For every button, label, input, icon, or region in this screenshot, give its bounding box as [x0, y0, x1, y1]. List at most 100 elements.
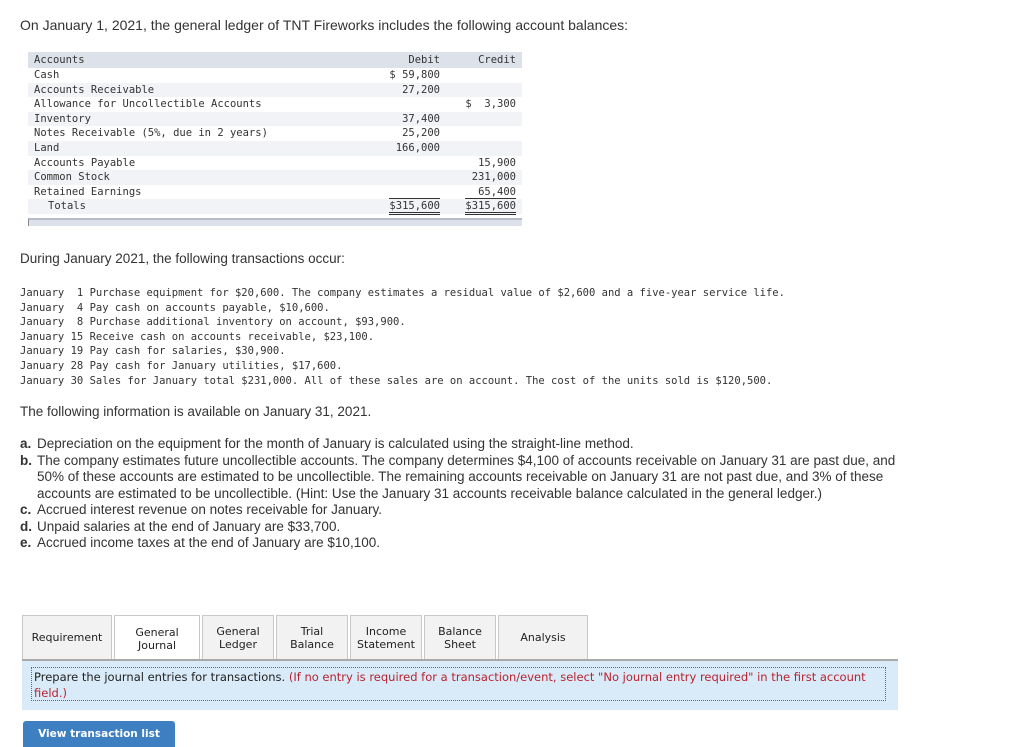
adjustment-item: c. Accrued interest revenue on notes rece… [20, 502, 900, 519]
account-name: Inventory [28, 111, 370, 127]
totals-credit-text: $315,600 [465, 198, 516, 216]
ledger-header-row: Accounts Debit Credit [28, 52, 522, 68]
txn-day: 8 [70, 316, 84, 329]
item-label: b. [20, 452, 32, 468]
item-label: c. [20, 502, 32, 517]
requirement-tabs: Requirement General Journal General Ledg… [22, 615, 590, 662]
ledger-row: Allowance for Uncollectible Accounts $ 3,… [28, 97, 522, 112]
adjustment-item: b. The company estimates future uncollect… [20, 453, 900, 503]
debit-value: 25,200 [402, 127, 440, 140]
credit-value [446, 111, 522, 127]
txn-month: January [20, 301, 65, 314]
credit-value [446, 126, 522, 141]
debit-value: 37,400 [370, 111, 446, 127]
transaction-item: January 19 Pay cash for salaries, $30,90… [20, 344, 785, 359]
credit-value [446, 68, 522, 83]
adjustments-list: a. Depreciation on the equipment for the … [20, 436, 900, 552]
header-credit: Credit [446, 52, 522, 68]
debit-value [370, 97, 446, 112]
transactions-heading: During January 2021, the following trans… [20, 251, 345, 266]
item-label: e. [20, 535, 32, 550]
txn-month: January [20, 374, 65, 387]
ledger-row: Cash $ 59,800 [28, 68, 522, 83]
totals-credit: $315,600 [446, 198, 522, 216]
adjustment-item: d. Unpaid salaries at the end of January … [20, 519, 900, 536]
debit-value [370, 170, 446, 185]
account-name: Common Stock [28, 170, 370, 185]
item-label: a. [20, 436, 32, 451]
credit-value [446, 140, 522, 156]
tab-requirement[interactable]: Requirement [22, 615, 112, 660]
ledger-row: Accounts Payable 15,900 [28, 156, 522, 171]
credit-value: 65,400 [446, 185, 522, 200]
credit-value: 231,000 [446, 170, 522, 185]
item-label: d. [20, 518, 32, 534]
totals-debit-text: $315,600 [389, 198, 440, 216]
transactions-list: January 1 Purchase equipment for $20,600… [20, 286, 785, 388]
header-accounts: Accounts [28, 52, 370, 68]
tab-general-journal[interactable]: General Journal [114, 615, 200, 662]
transaction-item: January 4 Pay cash on accounts payable, … [20, 301, 785, 316]
txn-day: 19 [70, 345, 84, 358]
ledger-row: Retained Earnings 65,400 [28, 185, 522, 200]
tab-income-statement[interactable]: Income Statement [350, 615, 422, 660]
txn-text: Pay cash for January utilities, $17,600. [89, 359, 343, 372]
txn-month: January [20, 316, 65, 329]
totals-label: Totals [28, 199, 370, 214]
item-text: Unpaid salaries at the end of January ar… [37, 518, 341, 534]
item-text: Accrued income taxes at the end of Janua… [37, 535, 380, 550]
credit-value: 15,900 [478, 156, 516, 169]
txn-month: January [20, 359, 65, 372]
txn-day: 4 [70, 301, 84, 314]
txn-text: Sales for January total $231,000. All of… [89, 374, 773, 387]
account-name: Accounts Payable [34, 156, 136, 169]
credit-value [446, 82, 522, 98]
tab-trial-balance[interactable]: Trial Balance [276, 615, 348, 660]
transaction-item: January 28 Pay cash for January utilitie… [20, 359, 785, 374]
ledger-totals-row: Totals $315,600 $315,600 [28, 198, 522, 216]
txn-month: January [20, 345, 65, 358]
transaction-item: January 15 Receive cash on accounts rece… [20, 330, 785, 345]
adjustment-item: a. Depreciation on the equipment for the … [20, 436, 900, 453]
ledger-row: Land 166,000 [28, 140, 522, 156]
debit-value [370, 156, 446, 171]
account-name: Retained Earnings [34, 185, 142, 198]
view-transaction-list-button[interactable]: View transaction list [23, 721, 175, 747]
transaction-item: January 8 Purchase additional inventory … [20, 315, 785, 330]
ledger-row: Common Stock 231,000 [28, 170, 522, 185]
debit-value: 27,200 [370, 82, 446, 98]
ledger-row: Notes Receivable (5%, due in 2 years) 25,… [28, 126, 522, 141]
txn-month: January [20, 287, 65, 299]
tab-analysis[interactable]: Analysis [498, 615, 588, 660]
account-name: Cash [34, 69, 60, 81]
table-scrollbar[interactable] [28, 217, 522, 226]
totals-debit: $315,600 [370, 198, 446, 216]
debit-value: $ 59,800 [389, 69, 440, 81]
tab-general-ledger[interactable]: General Ledger [202, 615, 274, 660]
txn-month: January [20, 330, 65, 343]
debit-value [370, 185, 446, 200]
tab-balance-sheet[interactable]: Balance Sheet [424, 615, 496, 660]
ledger-row: Inventory 37,400 [28, 111, 522, 127]
ledger-table-container: Accounts Debit Credit Cash $ 59,800 Accou… [28, 52, 522, 226]
transaction-item: January 1 Purchase equipment for $20,600… [20, 286, 785, 301]
info-heading: The following information is available o… [20, 404, 372, 419]
txn-day: 1 [70, 287, 84, 299]
txn-text: Purchase additional inventory on account… [89, 316, 406, 329]
ledger-row: Accounts Receivable 27,200 [28, 82, 522, 98]
instruction-panel: Prepare the journal entries for transact… [22, 661, 898, 710]
transaction-item: January 30 Sales for January total $231,… [20, 374, 785, 389]
account-name: Accounts Receivable [28, 82, 370, 98]
account-name: Notes Receivable (5%, due in 2 years) [34, 127, 268, 140]
intro-text: On January 1, 2021, the general ledger o… [20, 17, 629, 33]
item-text: Depreciation on the equipment for the mo… [37, 436, 634, 451]
credit-value-text: 65,400 [478, 185, 516, 199]
ledger-table: Accounts Debit Credit Cash $ 59,800 Accou… [28, 52, 522, 216]
txn-day: 28 [70, 359, 84, 372]
adjustment-item: e. Accrued income taxes at the end of Jan… [20, 535, 900, 552]
account-name: Land [28, 140, 370, 156]
txn-text: Receive cash on accounts receivable, $23… [89, 330, 375, 343]
txn-day: 15 [70, 330, 84, 343]
txn-text: Pay cash for salaries, $30,900. [89, 345, 286, 358]
txn-text: Purchase equipment for $20,600. The comp… [89, 287, 785, 299]
